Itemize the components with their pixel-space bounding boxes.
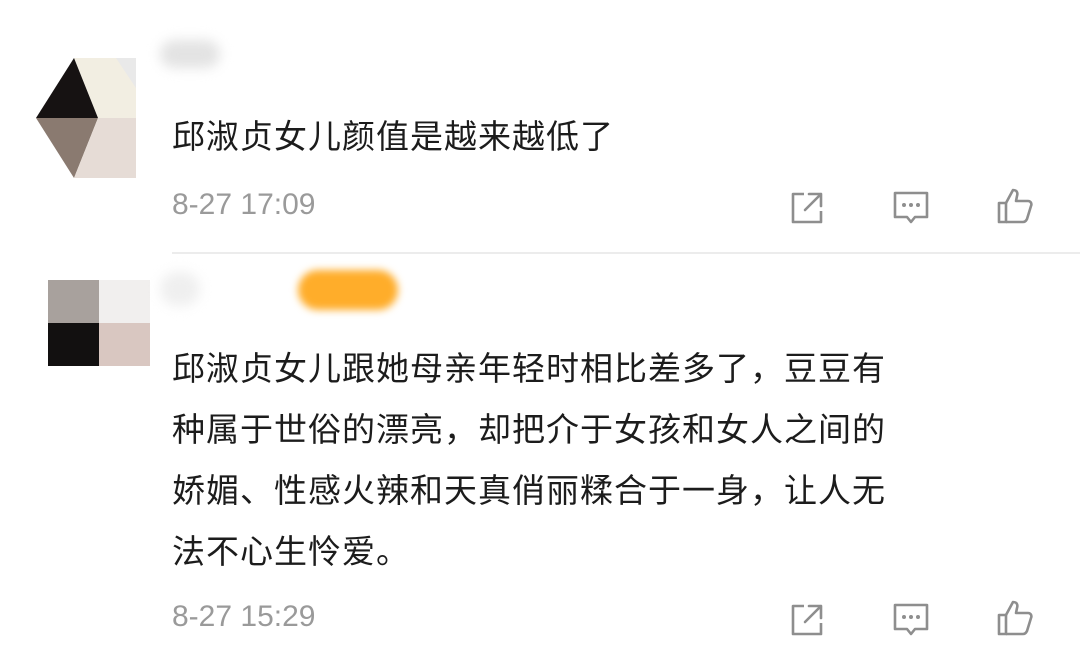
avatar-image: [36, 58, 136, 178]
share-icon: [791, 192, 823, 224]
comment-item: 邱淑贞女儿颜值是越来越低了 8-27 17:09: [0, 0, 1080, 254]
comment-timestamp: 8-27 15:29: [172, 600, 316, 633]
username-redacted: [160, 272, 200, 306]
like-button[interactable]: [993, 184, 1037, 228]
username-redacted: [298, 270, 398, 310]
comment-item: 邱淑贞女儿跟她母亲年轻时相比差多了，豆豆有 种属于世俗的漂亮，却把介于女孩和女人…: [0, 254, 1080, 664]
avatar[interactable]: [36, 58, 136, 178]
reply-icon: [893, 191, 929, 224]
share-button[interactable]: [785, 186, 829, 230]
reply-button[interactable]: [889, 598, 933, 642]
username-redacted: [160, 40, 220, 68]
share-icon: [791, 604, 823, 636]
comment-text-line: 种属于世俗的漂亮，却把介于女孩和女人之间的: [172, 410, 886, 449]
comment-text-line: 邱淑贞女儿跟她母亲年轻时相比差多了，豆豆有: [172, 349, 886, 388]
reply-button[interactable]: [889, 186, 933, 230]
avatar-image: [48, 280, 150, 366]
comment-text-line: 法不心生怜爱。: [172, 532, 410, 571]
comment-content: 邱淑贞女儿颜值是越来越低了: [172, 106, 1012, 167]
comment-content: 邱淑贞女儿跟她母亲年轻时相比差多了，豆豆有 种属于世俗的漂亮，却把介于女孩和女人…: [172, 338, 1032, 582]
comment-text-line: 邱淑贞女儿颜值是越来越低了: [172, 117, 614, 156]
like-icon: [997, 188, 1033, 224]
comment-text-line: 娇媚、性感火辣和天真俏丽糅合于一身，让人无: [172, 471, 886, 510]
avatar[interactable]: [48, 280, 150, 366]
like-button[interactable]: [993, 596, 1037, 640]
reply-icon: [893, 603, 929, 636]
like-icon: [997, 600, 1033, 636]
comment-timestamp: 8-27 17:09: [172, 188, 316, 221]
share-button[interactable]: [785, 598, 829, 642]
